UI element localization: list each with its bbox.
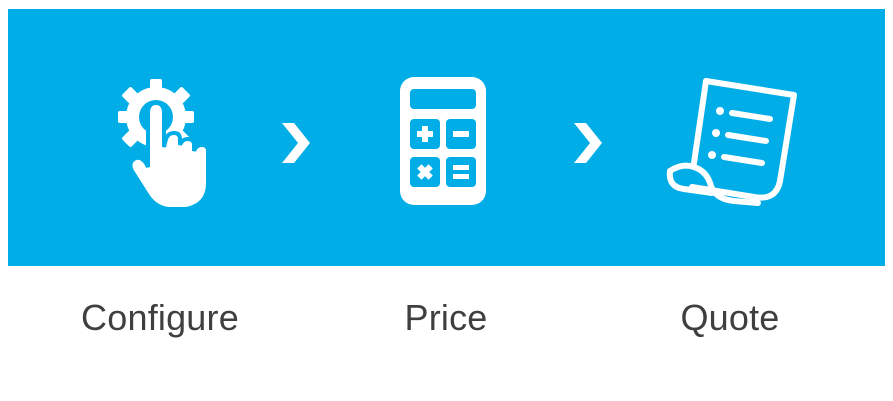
step-labels: Configure Price Quote <box>0 293 893 353</box>
process-banner <box>8 9 885 266</box>
step-label-price: Price <box>404 297 488 338</box>
step-label-configure: Configure <box>81 297 239 338</box>
calculator-icon <box>400 77 486 205</box>
gear-hand-icon <box>118 79 210 211</box>
chevron-right-icon <box>574 123 602 163</box>
cpq-process-graphic: Configure Price Quote <box>0 0 893 401</box>
step-label-quote: Quote <box>680 297 780 338</box>
document-list-icon <box>666 78 797 206</box>
chevron-right-icon <box>282 123 310 163</box>
